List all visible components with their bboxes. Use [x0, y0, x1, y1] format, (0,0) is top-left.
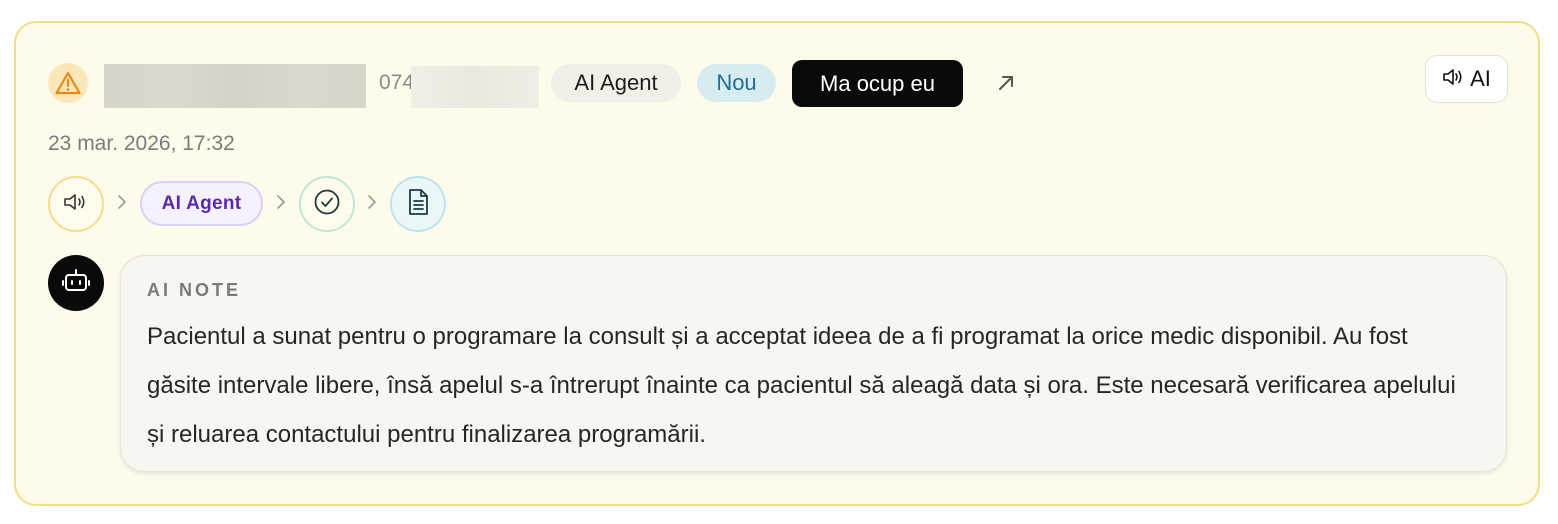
flow-step-ai-agent[interactable]: AI Agent: [140, 181, 263, 226]
phone-number-redacted: [411, 66, 539, 108]
open-external-icon[interactable]: [994, 71, 1018, 95]
call-timestamp: 23 mar. 2026, 17:32: [48, 132, 235, 155]
flow-step-audio[interactable]: [48, 176, 104, 232]
bot-avatar: [48, 255, 104, 311]
chevron-right-icon: [116, 192, 128, 212]
ai-audio-button[interactable]: AI: [1425, 55, 1508, 103]
flow-step-completed[interactable]: [299, 176, 355, 232]
flow-step-transcript[interactable]: [390, 176, 446, 232]
check-circle-icon: [313, 188, 341, 221]
status-badge: Nou: [697, 64, 776, 102]
phone-number: 074: [379, 71, 415, 94]
ai-note-panel: AI NOTE Pacientul a sunat pentru o progr…: [120, 255, 1507, 472]
warning-icon: [48, 63, 88, 103]
ai-audio-label: AI: [1470, 66, 1491, 91]
ai-note-text: Pacientul a sunat pentru o programare la…: [147, 323, 1456, 448]
ai-note-label: AI NOTE: [147, 280, 242, 300]
robot-icon: [62, 268, 90, 299]
chevron-right-icon: [366, 192, 378, 212]
source-badge: AI Agent: [551, 64, 681, 102]
chevron-right-icon: [275, 192, 287, 212]
caller-name-redacted: [104, 64, 366, 108]
document-icon: [406, 188, 430, 221]
speaker-icon: [1442, 66, 1464, 92]
take-ownership-button[interactable]: Ma ocup eu: [792, 60, 963, 107]
speaker-icon: [63, 192, 89, 217]
